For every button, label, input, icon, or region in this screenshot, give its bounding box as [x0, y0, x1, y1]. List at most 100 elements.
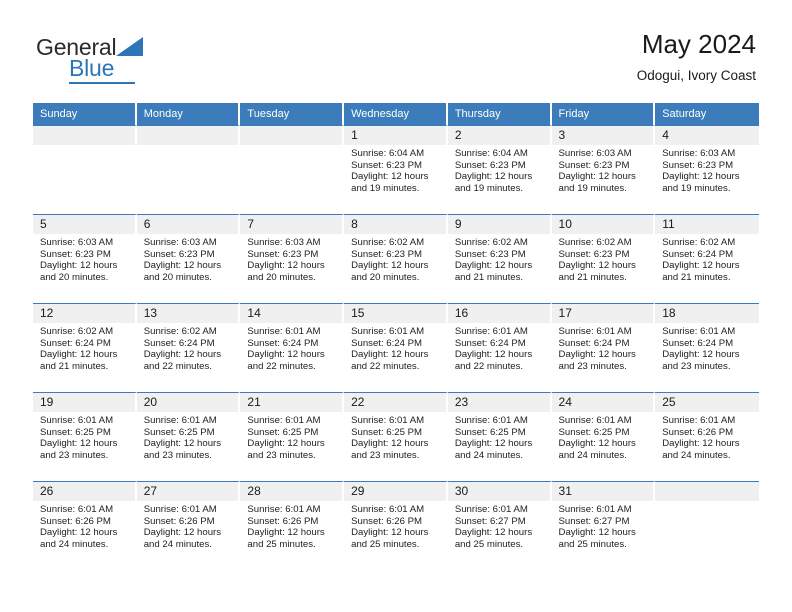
- day-number: 19: [33, 393, 135, 412]
- sunrise-text: Sunrise: 6:02 AM: [662, 237, 736, 248]
- day-number: 15: [344, 304, 446, 323]
- day-number: 28: [240, 482, 343, 501]
- calendar-day-cell[interactable]: 16 Sunrise: 6:01 AM Sunset: 6:24 PM Dayligh…: [447, 303, 552, 392]
- daylight-text-line1: Daylight: 12 hours: [454, 171, 533, 183]
- sunset-text: Sunset: 6:25 PM: [351, 426, 423, 438]
- calendar-day-cell[interactable]: 17 Sunrise: 6:01 AM Sunset: 6:24 PM Dayligh…: [551, 303, 656, 392]
- calendar-day-cell[interactable]: 29 Sunrise: 6:01 AM Sunset: 6:26 PM Dayligh…: [344, 481, 448, 570]
- sunset-text: Sunset: 6:27 PM: [558, 515, 630, 527]
- sunrise-text: Sunrise: 6:02 AM: [351, 237, 425, 248]
- calendar-day-cell[interactable]: 28 Sunrise: 6:01 AM Sunset: 6:26 PM Dayligh…: [240, 481, 345, 570]
- sunset-text: Sunset: 6:25 PM: [143, 426, 215, 438]
- calendar-day-cell[interactable]: 24 Sunrise: 6:01 AM Sunset: 6:25 PM Dayligh…: [551, 392, 656, 481]
- sunrise-text: Sunrise: 6:01 AM: [454, 326, 528, 337]
- calendar-day-cell[interactable]: 22 Sunrise: 6:01 AM Sunset: 6:25 PM Dayligh…: [344, 392, 448, 481]
- daylight-text-line2: and 19 minutes.: [454, 182, 524, 194]
- calendar-day-cell[interactable]: 30 Sunrise: 6:01 AM Sunset: 6:27 PM Dayligh…: [447, 481, 552, 570]
- daylight-text-line1: Daylight: 12 hours: [558, 349, 636, 361]
- sunrise-text: Sunrise: 6:03 AM: [247, 237, 321, 248]
- daylight-text-line2: and 22 minutes.: [247, 360, 316, 372]
- daylight-text-line1: Daylight: 12 hours: [351, 171, 429, 183]
- calendar-body: 1 Sunrise: 6:04 AM Sunset: 6:23 PM Daylight…: [33, 125, 759, 570]
- general-blue-logo[interactable]: General Blue: [36, 34, 226, 86]
- day-details: Sunrise: 6:01 AM Sunset: 6:24 PM Daylight:…: [448, 323, 550, 372]
- sunset-text: Sunset: 6:26 PM: [247, 515, 319, 527]
- calendar-day-cell[interactable]: 25 Sunrise: 6:01 AM Sunset: 6:26 PM Dayligh…: [655, 392, 759, 481]
- day-number: 31: [551, 482, 654, 501]
- day-number: 10: [551, 215, 654, 234]
- daylight-text-line2: and 24 minutes.: [143, 538, 212, 550]
- calendar-day-cell[interactable]: 19 Sunrise: 6:01 AM Sunset: 6:25 PM Dayligh…: [33, 392, 137, 481]
- daylight-text-line2: and 25 minutes.: [558, 538, 627, 550]
- day-details: Sunrise: 6:02 AM Sunset: 6:23 PM Daylight:…: [344, 234, 446, 283]
- day-number: 1: [344, 126, 446, 145]
- daylight-text-line2: and 24 minutes.: [662, 449, 731, 461]
- logo-underline: [69, 82, 135, 84]
- calendar-day-cell-empty: [33, 125, 137, 214]
- calendar-day-cell[interactable]: 13 Sunrise: 6:02 AM Sunset: 6:24 PM Dayligh…: [136, 303, 241, 392]
- calendar-day-cell[interactable]: 7 Sunrise: 6:03 AM Sunset: 6:23 PM Daylight…: [240, 214, 345, 303]
- sunrise-text: Sunrise: 6:01 AM: [351, 504, 425, 515]
- calendar-day-cell[interactable]: 11 Sunrise: 6:02 AM Sunset: 6:24 PM Dayligh…: [655, 214, 759, 303]
- daylight-text-line2: and 19 minutes.: [351, 182, 420, 194]
- sunrise-text: Sunrise: 6:01 AM: [247, 415, 321, 426]
- day-details: Sunrise: 6:01 AM Sunset: 6:26 PM Daylight:…: [33, 501, 135, 550]
- calendar-table: Sunday Monday Tuesday Wednesday Thursday Frid…: [33, 103, 759, 570]
- day-details: Sunrise: 6:03 AM Sunset: 6:23 PM Daylight:…: [655, 145, 759, 194]
- day-details: Sunrise: 6:01 AM Sunset: 6:24 PM Daylight:…: [655, 323, 759, 372]
- sunset-text: Sunset: 6:23 PM: [454, 159, 526, 171]
- sunset-text: Sunset: 6:24 PM: [454, 337, 526, 349]
- calendar-day-cell[interactable]: 10 Sunrise: 6:02 AM Sunset: 6:23 PM Dayligh…: [551, 214, 656, 303]
- calendar-day-cell[interactable]: 21 Sunrise: 6:01 AM Sunset: 6:25 PM Dayligh…: [240, 392, 345, 481]
- sunset-text: Sunset: 6:23 PM: [247, 248, 319, 260]
- calendar-day-cell[interactable]: 3 Sunrise: 6:03 AM Sunset: 6:23 PM Daylight…: [551, 125, 656, 214]
- calendar-day-cell[interactable]: 2 Sunrise: 6:04 AM Sunset: 6:23 PM Daylight…: [447, 125, 552, 214]
- daylight-text-line2: and 24 minutes.: [454, 449, 524, 461]
- daylight-text-line1: Daylight: 12 hours: [143, 260, 222, 272]
- day-number: [33, 126, 135, 145]
- calendar-day-cell[interactable]: 23 Sunrise: 6:01 AM Sunset: 6:25 PM Dayligh…: [447, 392, 552, 481]
- calendar-day-cell-empty: [136, 125, 241, 214]
- daylight-text-line1: Daylight: 12 hours: [662, 438, 740, 450]
- daylight-text-line1: Daylight: 12 hours: [351, 349, 429, 361]
- sunrise-text: Sunrise: 6:03 AM: [662, 148, 736, 159]
- daylight-text-line2: and 20 minutes.: [40, 271, 109, 283]
- calendar-day-cell[interactable]: 9 Sunrise: 6:02 AM Sunset: 6:23 PM Daylight…: [447, 214, 552, 303]
- day-details: Sunrise: 6:02 AM Sunset: 6:23 PM Daylight:…: [552, 234, 654, 283]
- calendar-week-row: 19 Sunrise: 6:01 AM Sunset: 6:25 PM Dayligh…: [33, 392, 759, 481]
- day-details: Sunrise: 6:03 AM Sunset: 6:23 PM Daylight:…: [240, 234, 342, 283]
- day-details: Sunrise: 6:01 AM Sunset: 6:26 PM Daylight:…: [137, 501, 239, 550]
- daylight-text-line2: and 25 minutes.: [247, 538, 316, 550]
- sunset-text: Sunset: 6:24 PM: [351, 337, 423, 349]
- calendar-week-row: 1 Sunrise: 6:04 AM Sunset: 6:23 PM Daylight…: [33, 125, 759, 214]
- calendar-day-cell[interactable]: 14 Sunrise: 6:01 AM Sunset: 6:24 PM Dayligh…: [240, 303, 345, 392]
- day-details: Sunrise: 6:01 AM Sunset: 6:25 PM Daylight:…: [33, 412, 135, 461]
- calendar-day-cell[interactable]: 20 Sunrise: 6:01 AM Sunset: 6:25 PM Dayligh…: [136, 392, 241, 481]
- day-number: 11: [655, 215, 759, 234]
- calendar-day-cell[interactable]: 6 Sunrise: 6:03 AM Sunset: 6:23 PM Daylight…: [136, 214, 241, 303]
- daylight-text-line2: and 20 minutes.: [351, 271, 420, 283]
- sunrise-text: Sunrise: 6:01 AM: [558, 415, 632, 426]
- daylight-text-line1: Daylight: 12 hours: [247, 260, 325, 272]
- sunset-text: Sunset: 6:24 PM: [558, 337, 630, 349]
- daylight-text-line1: Daylight: 12 hours: [558, 438, 636, 450]
- calendar-day-cell[interactable]: 8 Sunrise: 6:02 AM Sunset: 6:23 PM Daylight…: [344, 214, 448, 303]
- calendar-day-cell[interactable]: 15 Sunrise: 6:01 AM Sunset: 6:24 PM Dayligh…: [344, 303, 448, 392]
- day-details: Sunrise: 6:03 AM Sunset: 6:23 PM Daylight:…: [33, 234, 135, 283]
- sunset-text: Sunset: 6:23 PM: [351, 248, 423, 260]
- logo-triangle-icon: [116, 37, 143, 56]
- calendar-day-cell[interactable]: 31 Sunrise: 6:01 AM Sunset: 6:27 PM Dayligh…: [551, 481, 656, 570]
- calendar-day-cell[interactable]: 18 Sunrise: 6:01 AM Sunset: 6:24 PM Dayligh…: [655, 303, 759, 392]
- daylight-text-line1: Daylight: 12 hours: [454, 438, 533, 450]
- day-details: Sunrise: 6:01 AM Sunset: 6:24 PM Daylight:…: [240, 323, 342, 372]
- calendar-day-cell[interactable]: 1 Sunrise: 6:04 AM Sunset: 6:23 PM Daylight…: [344, 125, 448, 214]
- calendar-day-cell[interactable]: 4 Sunrise: 6:03 AM Sunset: 6:23 PM Daylight…: [655, 125, 759, 214]
- calendar-day-cell[interactable]: 12 Sunrise: 6:02 AM Sunset: 6:24 PM Dayligh…: [33, 303, 137, 392]
- calendar-day-cell[interactable]: 26 Sunrise: 6:01 AM Sunset: 6:26 PM Dayligh…: [33, 481, 137, 570]
- calendar-day-cell[interactable]: 5 Sunrise: 6:03 AM Sunset: 6:23 PM Daylight…: [33, 214, 137, 303]
- calendar-day-cell[interactable]: 27 Sunrise: 6:01 AM Sunset: 6:26 PM Dayligh…: [136, 481, 241, 570]
- daylight-text-line2: and 24 minutes.: [558, 449, 627, 461]
- sunrise-text: Sunrise: 6:01 AM: [247, 326, 321, 337]
- day-details: Sunrise: 6:01 AM Sunset: 6:24 PM Daylight:…: [344, 323, 446, 372]
- sunset-text: Sunset: 6:25 PM: [247, 426, 319, 438]
